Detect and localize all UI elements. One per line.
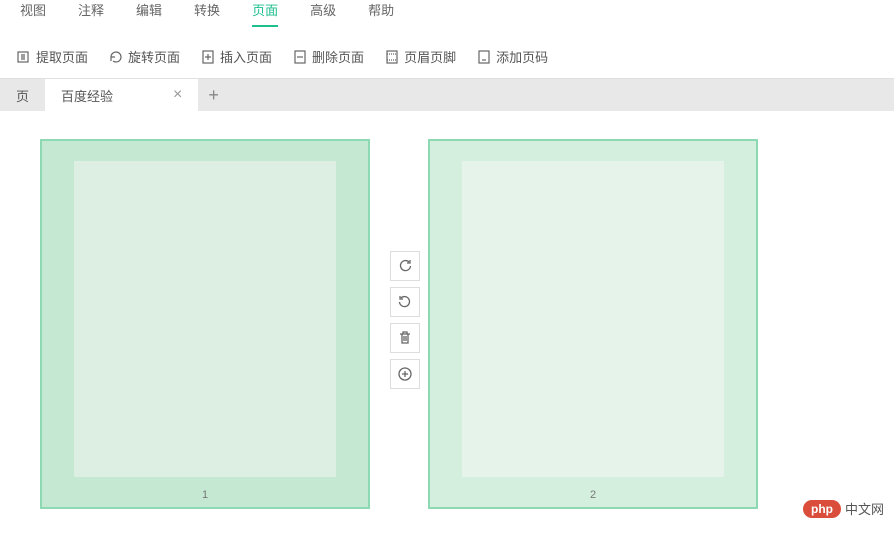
- pagenum-label: 添加页码: [496, 47, 548, 66]
- header-footer-button[interactable]: 页眉页脚: [378, 43, 462, 70]
- page-thumbnail-1[interactable]: 1: [40, 139, 370, 509]
- insert-label: 插入页面: [220, 47, 272, 66]
- menu-annotate[interactable]: 注释: [78, 0, 104, 27]
- add-thumb-button[interactable]: [390, 359, 420, 389]
- rotate-ccw-icon: [397, 294, 413, 310]
- delete-thumb-button[interactable]: [390, 323, 420, 353]
- page-number: 2: [590, 489, 596, 501]
- menu-help[interactable]: 帮助: [368, 0, 394, 27]
- page-preview: [74, 161, 336, 477]
- header-icon: [384, 49, 400, 65]
- tab-baidu[interactable]: 百度经验 ×: [45, 79, 198, 111]
- add-tab-button[interactable]: +: [198, 85, 229, 106]
- tab-label: 百度经验: [61, 86, 113, 105]
- rotate-page-button[interactable]: 旋转页面: [102, 43, 186, 70]
- menu-edit[interactable]: 编辑: [136, 0, 162, 27]
- delete-label: 删除页面: [312, 47, 364, 66]
- page-preview: [462, 161, 724, 477]
- page-actions: [390, 251, 420, 389]
- tab-partial[interactable]: 页: [0, 79, 45, 111]
- insert-page-button[interactable]: 插入页面: [194, 43, 278, 70]
- toolbar: 提取页面 旋转页面 插入页面 删除页面 页眉页脚 添加页码: [0, 35, 894, 79]
- menu-view[interactable]: 视图: [20, 0, 46, 27]
- watermark: php 中文网: [803, 499, 884, 518]
- rotate-label: 旋转页面: [128, 47, 180, 66]
- tab-bar: 页 百度经验 × +: [0, 79, 894, 111]
- watermark-badge: php: [803, 500, 841, 518]
- extract-label: 提取页面: [36, 47, 88, 66]
- close-icon[interactable]: ×: [173, 86, 182, 104]
- menu-advanced[interactable]: 高级: [310, 0, 336, 27]
- rotate-cw-icon: [397, 258, 413, 274]
- page-grid: 1 2: [0, 111, 894, 545]
- delete-page-button[interactable]: 删除页面: [286, 43, 370, 70]
- tab-partial-label: 页: [16, 86, 29, 105]
- header-label: 页眉页脚: [404, 47, 456, 66]
- extract-icon: [16, 49, 32, 65]
- page-thumbnail-2[interactable]: 2: [428, 139, 758, 509]
- rotate-cw-button[interactable]: [390, 251, 420, 281]
- menu-bar: 视图 注释 编辑 转换 页面 高级 帮助: [0, 0, 894, 35]
- plus-circle-icon: [397, 366, 413, 382]
- rotate-icon: [108, 49, 124, 65]
- rotate-ccw-button[interactable]: [390, 287, 420, 317]
- insert-icon: [200, 49, 216, 65]
- extract-page-button[interactable]: 提取页面: [10, 43, 94, 70]
- add-pagenum-button[interactable]: 添加页码: [470, 43, 554, 70]
- delete-icon: [292, 49, 308, 65]
- trash-icon: [397, 330, 413, 346]
- menu-page[interactable]: 页面: [252, 0, 278, 27]
- watermark-text: 中文网: [845, 499, 884, 518]
- pagenum-icon: [476, 49, 492, 65]
- menu-convert[interactable]: 转换: [194, 0, 220, 27]
- page-number: 1: [202, 489, 208, 501]
